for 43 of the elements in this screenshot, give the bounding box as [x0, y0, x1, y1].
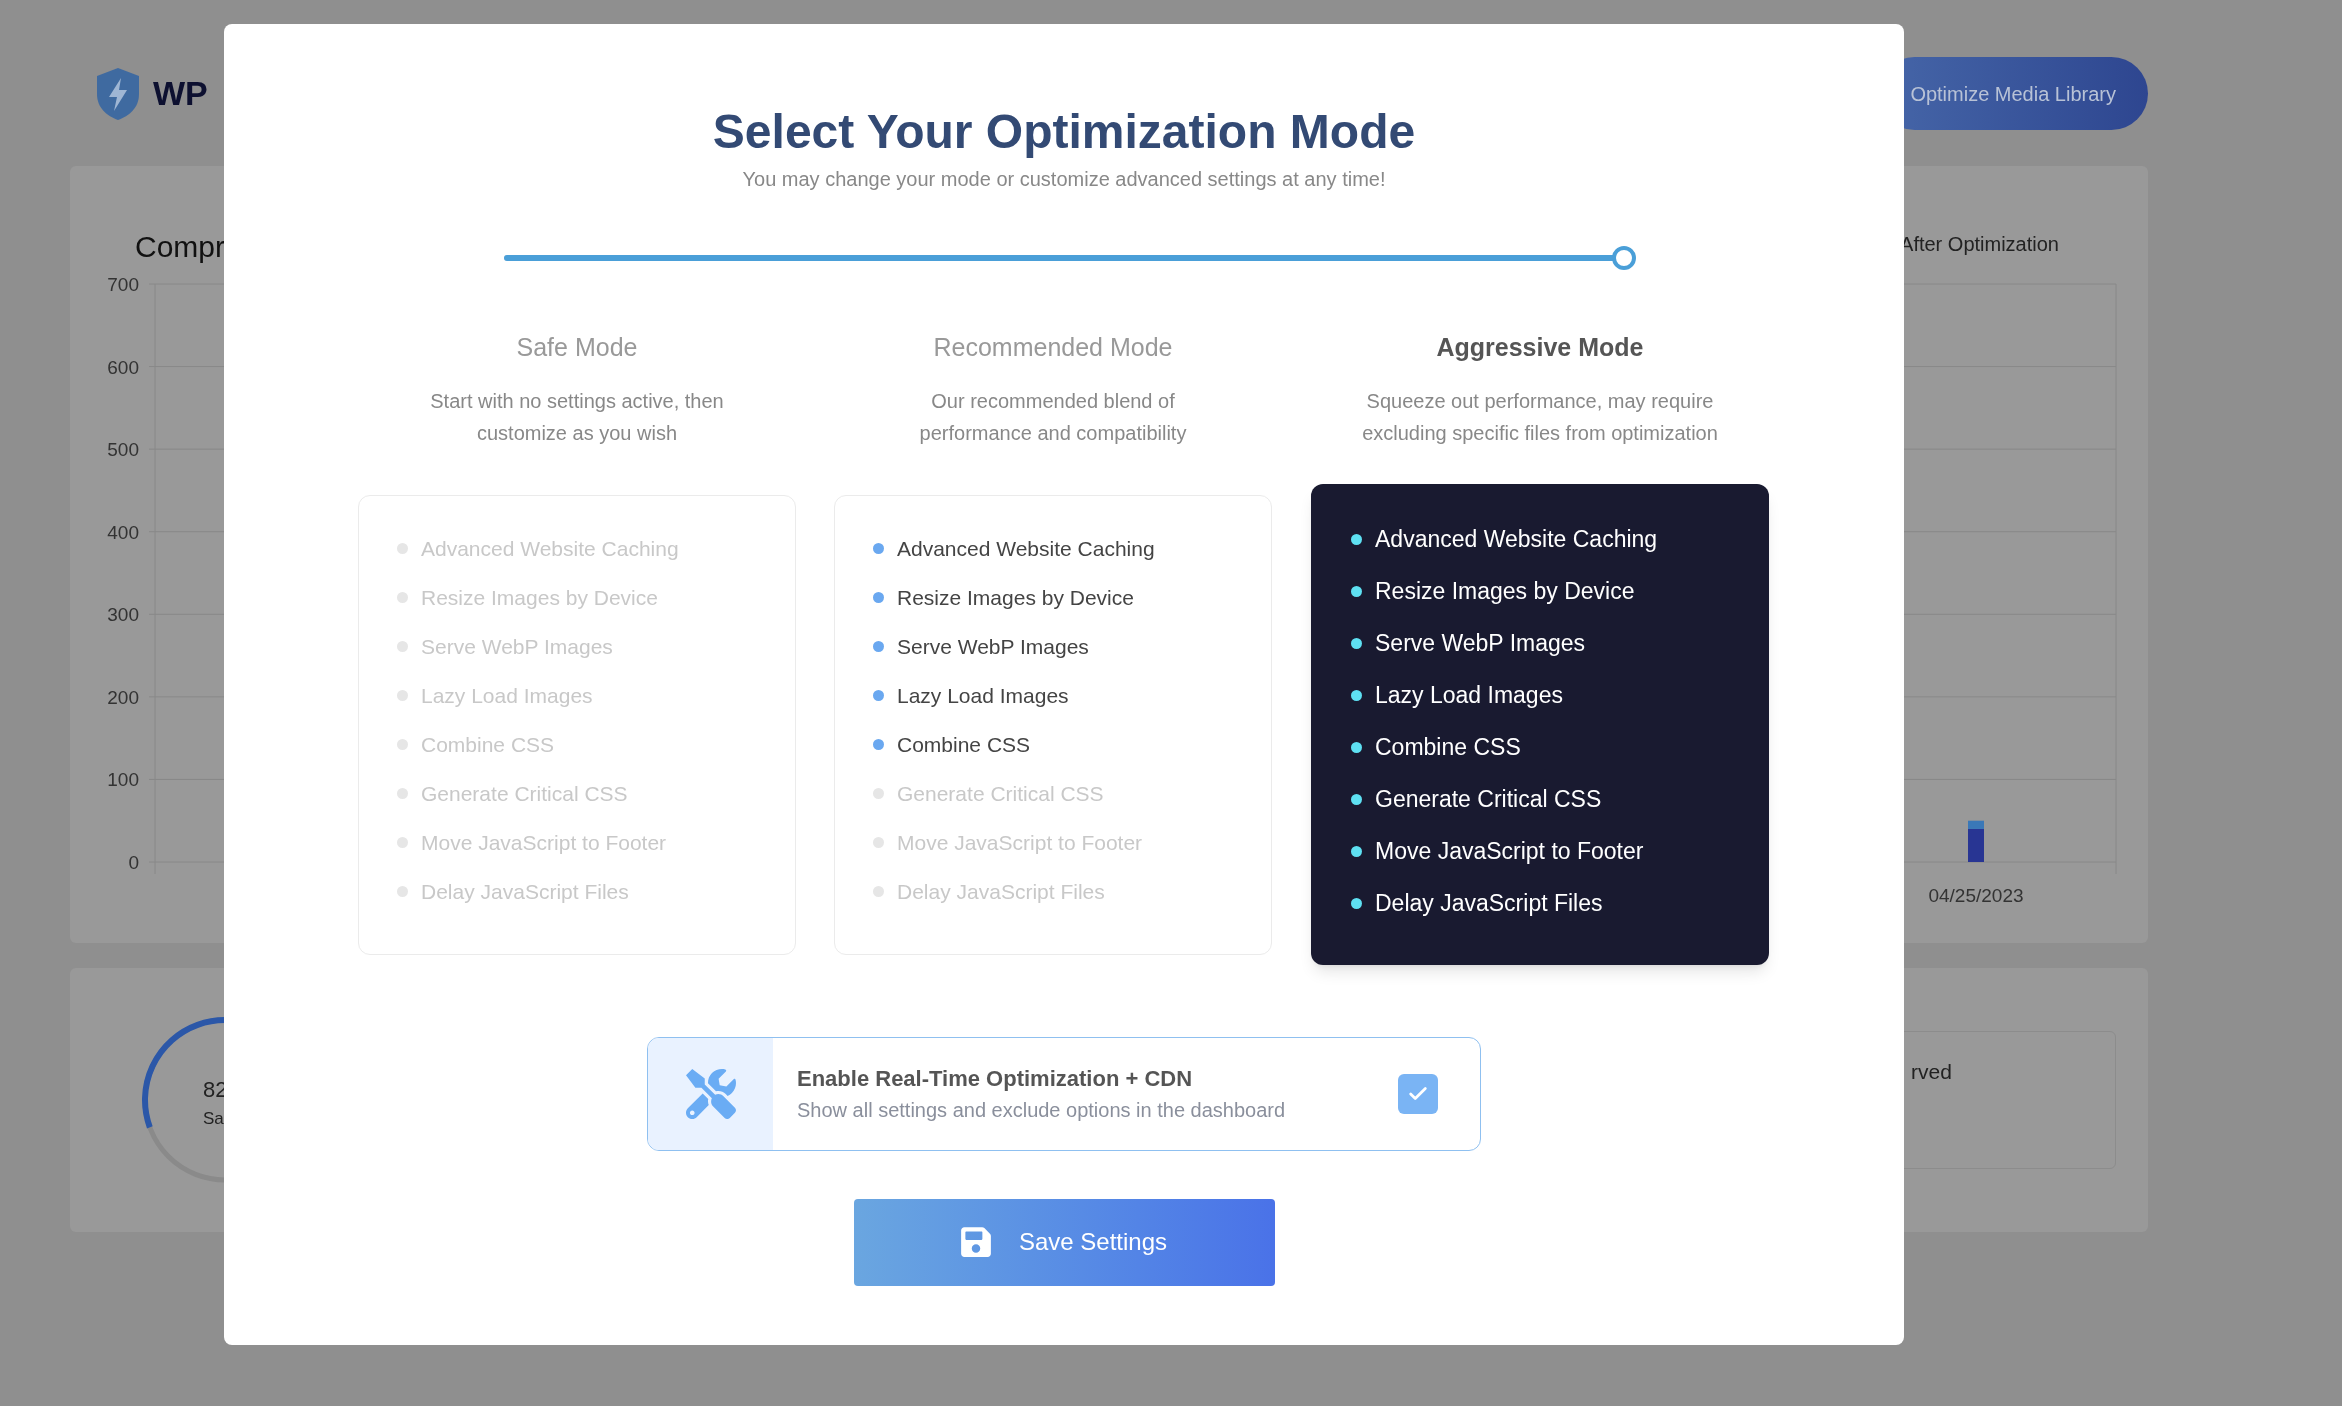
feature-label: Delay JavaScript Files [1375, 888, 1603, 918]
modal-title: Select Your Optimization Mode [712, 104, 1416, 160]
feature-label: Resize Images by Device [1375, 576, 1635, 606]
axis-label: 300 [107, 604, 139, 626]
mode-title: Recommended Mode [933, 332, 1173, 363]
checkbox[interactable] [1398, 1073, 1438, 1114]
mode-title: Safe Mode [516, 332, 638, 363]
option-description: Show all settings and exclude options in the dashboard [797, 1098, 1287, 1123]
feature-label: Advanced Website Caching [1375, 524, 1658, 554]
feature-label: Generate Critical CSS [1375, 784, 1602, 814]
axis-label: 400 [107, 521, 139, 543]
save-icon [960, 1225, 991, 1259]
feature-label: Combine CSS [1375, 732, 1521, 762]
modal-subtitle: You may change your mode or customize advanced settings at any time! [742, 167, 1386, 192]
stat-label: rved [1911, 1060, 1952, 1083]
save-button[interactable]: Save Settings [853, 1198, 1275, 1286]
feature-label: Advanced Website Caching [897, 535, 1155, 562]
feature-label: Lazy Load Images [1375, 680, 1563, 710]
axis-label: 200 [107, 686, 139, 708]
slider-thumb[interactable] [1612, 246, 1636, 270]
logo-text: WP [153, 73, 208, 114]
axis-label: 700 [107, 274, 139, 295]
card-title: Compr [135, 229, 225, 264]
gauge-label: Sa [203, 1108, 225, 1130]
axis-label: 100 [107, 769, 139, 791]
feature-label: Combine CSS [897, 731, 1031, 758]
tools-icon [685, 1068, 736, 1119]
mode-description: Our recommended blend of performance and compatibility [918, 388, 1188, 446]
feature-label: Resize Images by Device [897, 584, 1134, 611]
axis-label: 04/25/2023 [1928, 885, 2024, 906]
mode-description: Start with no settings active, then customize as you wish [429, 388, 725, 446]
mode-title: Aggressive Mode [1436, 332, 1644, 363]
feature-label: Lazy Load Images [897, 682, 1069, 709]
option-title: Enable Real-Time Optimization + CDN [797, 1065, 1194, 1093]
feature-label: Serve WebP Images [897, 633, 1089, 660]
shield-bolt-icon [95, 65, 141, 122]
mode-description: Squeeze out performance, may require excluding specific files from optimization [1361, 388, 1719, 446]
feature-label: Serve WebP Images [1375, 628, 1586, 658]
axis-label: 500 [107, 439, 139, 461]
axis-label: 0 [128, 852, 139, 873]
mode-card[interactable]: Advanced Website Caching Resize Images by Device Serve WebP Images Lazy Load Images Combine CSS Generate Critical CSS Move JavaScript to Footer Delay JavaScript Files [1311, 483, 1769, 965]
feature-label: Move JavaScript to Footer [1375, 836, 1644, 866]
axis-label: 600 [107, 356, 139, 378]
